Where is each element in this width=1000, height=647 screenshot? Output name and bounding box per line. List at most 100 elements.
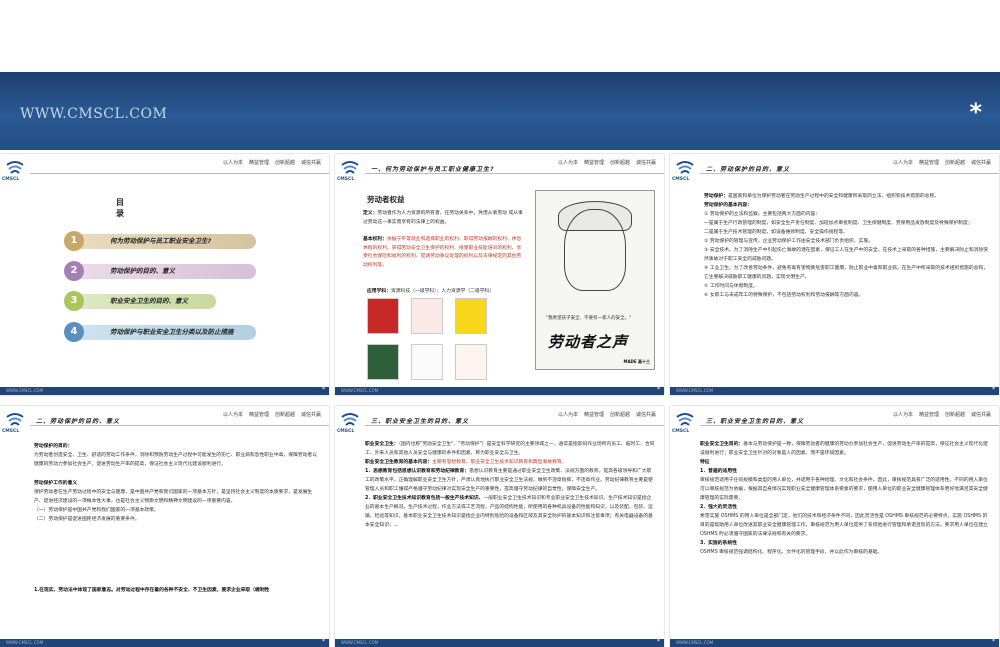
feature-text: 审核规范适用于任何规模和类型的用人单位，并适用于各种地理、文化和社会条件。因此，…	[700, 478, 988, 501]
definition-label: 定义：	[363, 211, 378, 216]
text-line: 劳动保护的基本内容：	[704, 203, 752, 208]
toc-number: 4	[64, 322, 84, 342]
toc-number: 2	[64, 261, 84, 281]
text-line: ④ 工业卫生。为了改善劳动条件，避免有毒有害物质危害职工健康，防止职业中毒和职业…	[704, 266, 989, 280]
banner-url: WWW.CMSCL.COM	[20, 106, 168, 122]
apply-label: 应用学科：	[367, 289, 391, 294]
law-book-image	[411, 298, 443, 334]
feature-label: 1．普遍的适用性	[700, 469, 737, 474]
text-paragraph: 2．职业安全卫生技术知识教育包括一般生产技术知识、一般职业安全卫生技术知识和专业…	[365, 496, 653, 528]
sub-point: （一）劳动保护是中国共产党和我们国家的一项基本政策。	[34, 508, 159, 513]
text-line: 二是属于生产技术管理的制度，如设备维修制度、安全操作规程等。	[704, 230, 848, 235]
footer-url: WWW.CMSCL.COM	[341, 388, 379, 393]
slide-thumbnail-4[interactable]: CMSCL 以人为本 精益管理 创新超越 诚信共赢 二、劳动保护的目的、意义 劳动保护…	[0, 406, 329, 647]
poster-title: 劳动者之声	[548, 333, 629, 351]
purpose-text: 为劳动者创造安全、卫生、舒适的劳动工作条件，消除和预防劳动生产过程中可能发生的伤…	[34, 453, 318, 467]
meaning-text: 保护劳动者在生产劳动过程中的安全与健康，是中国共产党和我们国家的一项基本方针，是…	[34, 490, 313, 504]
text-line: ⑥ 女职工与未成年工的特殊保护，不包括劳动权利和劳动报酬等方面内容。	[704, 293, 864, 298]
law-book-image	[367, 298, 399, 334]
text-line: ① 劳动保护的立法和监察。主要包括两大方面的内容：	[704, 212, 821, 217]
toc-item: 2 劳动保护的目的、意义	[64, 261, 256, 281]
logo-text: CMSCL	[337, 429, 355, 434]
logo-text: CMSCL	[672, 177, 690, 182]
slide-footer: WWW.CMSCL.COM *	[0, 638, 329, 647]
content-block: 职业安全卫生：（国内也称"劳动安全卫生"、"劳动保护"）是安全科学研究的主要领域…	[365, 440, 655, 530]
slide-title: 二、劳动保护的目的、意义	[36, 418, 121, 425]
footer-star: *	[657, 638, 660, 645]
worker-face-drawing	[564, 209, 626, 291]
slide-footer: WWW.CMSCL.COM *	[670, 638, 999, 647]
text-line: 一是属于生产行政管理的制度，如安全生产责任制度、加班加点审批制度、卫生保健制度、…	[704, 221, 973, 226]
apply-text: 应用学科：资源科技（一级学科）；人力资源学（二级学科）	[367, 289, 495, 294]
top-banner: WWW.CMSCL.COM *	[0, 72, 1000, 150]
sub-point: （二）劳动保护是促进国民经济发展的重要条件。	[34, 517, 140, 522]
slide-title: 二、劳动保护的目的、意义	[706, 166, 791, 173]
section-heading: 劳动者权益	[367, 195, 405, 204]
toc-item: 4 劳动保护与职业安全卫生分类以及防止措施	[64, 322, 256, 342]
purpose-label: 劳动保护的目的：	[34, 444, 73, 449]
footer-star: *	[992, 638, 995, 645]
toc-label: 职业安全卫生的目的、意义	[110, 297, 188, 305]
slide-thumbnail-6[interactable]: CMSCL 以人为本 精益管理 创新超越 诚信共赢 三、职业安全卫生的目的、意义 职业…	[670, 406, 999, 647]
slide-thumbnail-3[interactable]: CMSCL 以人为本 精益管理 创新超越 诚信共赢 二、劳动保护的目的、意义 劳动保护…	[670, 154, 999, 395]
rights-text: 基本权利：依据于平等就业和选择职业的权利、取得劳动报酬的权利、休息休假的权利、获…	[363, 237, 522, 268]
worker-poster-image: "我希望孩子安全、不要有一家人的安全。" 劳动者之声 MADE 画十三	[535, 190, 655, 370]
slide-thumbnail-2[interactable]: CMSCL 以人为本 精益管理 创新超越 诚信共赢 一、何为劳动保护与员工职业健康卫生…	[335, 154, 664, 395]
toc-number: 1	[64, 231, 84, 251]
law-book-image	[411, 344, 443, 380]
law-book-image	[455, 344, 487, 380]
logo-text: CMSCL	[2, 177, 20, 182]
footer-url: WWW.CMSCL.COM	[676, 388, 714, 393]
text-paragraph: 职业安全卫生教育的基本内容：主要有思想教育、职业安全卫生技术知识教育和典型事故教…	[365, 460, 567, 465]
cmscl-logo-icon	[6, 413, 24, 426]
logo-text: CMSCL	[2, 429, 20, 434]
content-block: 劳动保护：是国家和单位为保护劳动者在劳动生产过程中的安全和健康所采取的立法、组织…	[704, 192, 990, 300]
poster-mark: MADE 画十三	[623, 359, 650, 364]
text-line: ③ 安全技术。为了消除生产中引起伤亡事故的潜在因素，保证工人在生产中的安全，在技…	[704, 248, 989, 262]
content-block: 劳动保护的目的： 为劳动者创造安全、卫生、舒适的劳动工作条件，消除和预防劳动生产…	[34, 442, 320, 524]
cmscl-logo-icon	[341, 161, 359, 174]
slide-title: 三、职业安全卫生的目的、意义	[706, 418, 805, 425]
slide-title: 三、职业安全卫生的目的、意义	[371, 418, 470, 425]
toc-title: 目 录	[116, 198, 188, 218]
content-block: 职业安全卫生目的：基本与劳动保护是一致，保障劳动者的健康的劳动力参加社会生产，促…	[700, 440, 990, 557]
feature-label: 3．实施的系统性	[700, 541, 737, 546]
feature-text: OSHMS 审核规范强调结构化、程序化、文件化的管理手段，并以此作为审核的基础。	[700, 550, 883, 555]
cmscl-logo-icon	[6, 161, 24, 174]
bottom-text: 1.在现实、劳动法中体现了国家意志。对劳动过程中存在着的各种不安全、不卫生因素，…	[34, 588, 270, 593]
toc-label: 何为劳动保护与员工职业安全卫生?	[110, 237, 212, 245]
logo-text: CMSCL	[337, 177, 355, 182]
poster-quote: "我希望孩子安全、不要有一家人的安全。"	[546, 316, 632, 321]
footer-star: *	[322, 638, 325, 645]
text-paragraph: 职业安全卫生：（国内也称"劳动安全卫生"、"劳动保护"）是安全科学研究的主要领域…	[365, 442, 655, 456]
footer-url: WWW.CMSCL.COM	[676, 640, 714, 645]
slide-footer: WWW.CMSCL.COM *	[670, 386, 999, 395]
cmscl-logo-icon	[341, 413, 359, 426]
footer-url: WWW.CMSCL.COM	[6, 640, 44, 645]
meaning-label: 劳动保护工作的意义	[34, 481, 78, 486]
feature-text: 希望实施 OSHMS 的用人单位是全部门定，他们的技术和经济条件不同，因此灵活性…	[700, 514, 988, 537]
slide-title: 一、何为劳动保护与员工职业健康卫生?	[371, 166, 495, 173]
title-divider	[30, 165, 329, 174]
toc-label: 劳动保护与职业安全卫生分类以及防止措施	[110, 328, 234, 336]
text-paragraph: 职业安全卫生目的：基本与劳动保护是一致，保障劳动者的健康的劳动力参加社会生产，促…	[700, 442, 988, 456]
definition-text: 定义：劳动者作为人力资源的所有者，在劳动关系中，凭借从事劳动 或从事过劳动这一事…	[363, 211, 523, 225]
slide-footer: WWW.CMSCL.COM *	[335, 386, 664, 395]
footer-url: WWW.CMSCL.COM	[6, 388, 44, 393]
cmscl-logo-icon	[676, 161, 694, 174]
rights-label: 基本权利：	[363, 237, 387, 242]
text-line: ② 劳动保护的管理与宣传。企业劳动保护工作由安全技术部门负责组织、实施。	[704, 239, 873, 244]
toc-item: 1 何为劳动保护与员工职业安全卫生?	[64, 231, 256, 251]
toc-label: 劳动保护的目的、意义	[110, 267, 175, 275]
logo-text: CMSCL	[672, 429, 690, 434]
footer-star: *	[992, 386, 995, 393]
text-line: ⑤ 工作时间与休假制度。	[704, 284, 758, 289]
feature-heading: 特征	[700, 460, 710, 465]
text-line: 劳动保护：是国家和单位为保护劳动者在劳动生产过程中的安全和健康所采取的立法、组织…	[704, 194, 940, 199]
slide-thumbnail-1[interactable]: CMSCL 以人为本 精益管理 创新超越 诚信共赢 目 录 1 何为劳动保护与员工职业安…	[0, 154, 329, 395]
footer-url: WWW.CMSCL.COM	[341, 640, 379, 645]
cmscl-logo-icon	[676, 413, 694, 426]
footer-star: *	[322, 386, 325, 393]
slide-thumbnail-5[interactable]: CMSCL 以人为本 精益管理 创新超越 诚信共赢 三、职业安全卫生的目的、意义 职业…	[335, 406, 664, 647]
law-book-image	[455, 298, 487, 334]
